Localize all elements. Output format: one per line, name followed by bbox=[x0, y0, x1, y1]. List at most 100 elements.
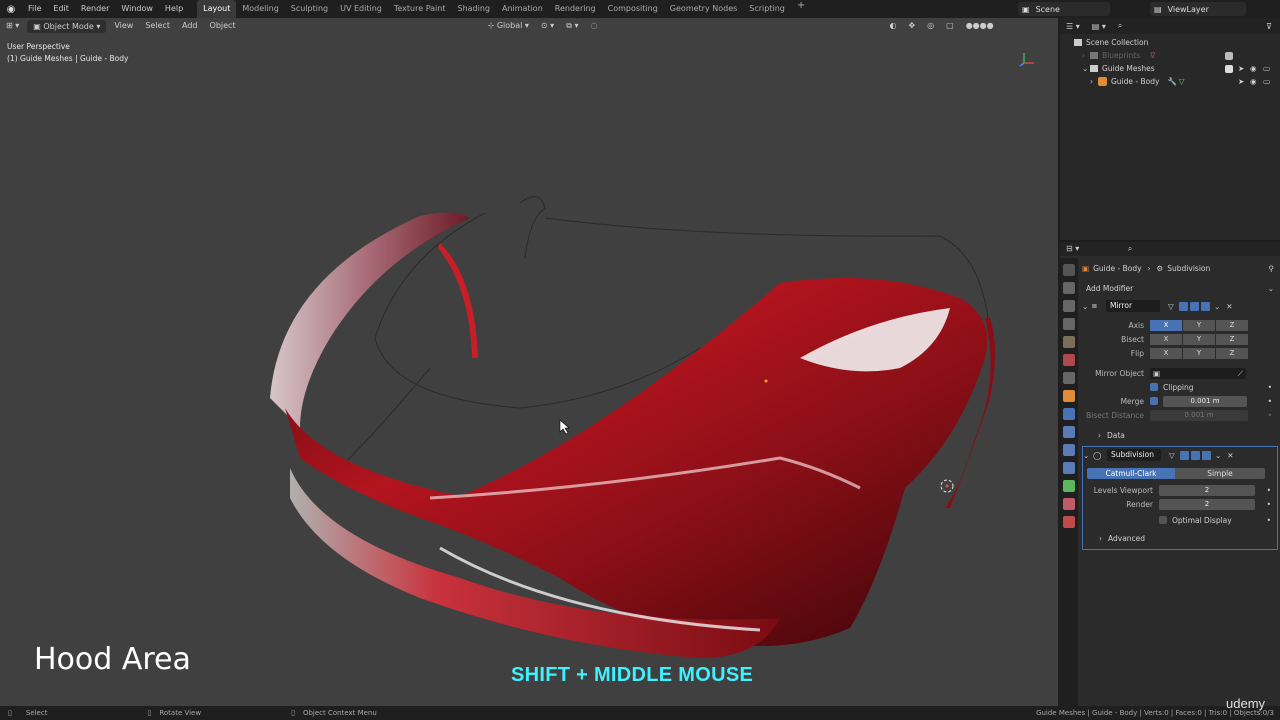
cage-icon[interactable] bbox=[1179, 301, 1188, 311]
proportional-edit-icon[interactable]: ◌ bbox=[584, 18, 603, 34]
viewport-display-icon[interactable] bbox=[1191, 450, 1200, 460]
constraints-tab-icon[interactable] bbox=[1063, 462, 1075, 474]
selectable-icon[interactable]: ➤ bbox=[1238, 64, 1244, 73]
outliner-row-guide-meshes[interactable]: ⌄ Guide Meshes ➤ ◉ ▭ bbox=[1060, 62, 1280, 75]
menu-add[interactable]: Add bbox=[176, 18, 204, 34]
bisect-z-toggle[interactable]: Z bbox=[1216, 333, 1248, 345]
collection-tab-icon[interactable] bbox=[1063, 372, 1075, 384]
material-tab-icon[interactable] bbox=[1063, 498, 1075, 510]
outliner-row-blueprints[interactable]: › Blueprints ᐁ bbox=[1060, 49, 1280, 62]
remove-modifier-icon[interactable]: ✕ bbox=[1227, 451, 1233, 460]
keyframe-dot-icon[interactable]: • bbox=[1268, 397, 1272, 406]
render-levels-field[interactable]: 2 bbox=[1159, 498, 1255, 510]
keyframe-dot-icon[interactable]: • bbox=[1268, 383, 1272, 392]
modifier-menu-icon[interactable]: ⌄ bbox=[1214, 302, 1220, 311]
tab-shading[interactable]: Shading bbox=[451, 0, 496, 18]
remove-modifier-icon[interactable]: ✕ bbox=[1226, 302, 1232, 311]
output-tab-icon[interactable] bbox=[1063, 300, 1075, 312]
3d-viewport[interactable]: ⊞ ▾ ▣ Object Mode ▾ View Select Add Obje… bbox=[0, 18, 1058, 706]
menu-window[interactable]: Window bbox=[115, 0, 159, 18]
render-tab-icon[interactable] bbox=[1063, 282, 1075, 294]
mirror-object-field[interactable]: ▣ ⟋ bbox=[1150, 367, 1246, 379]
edit-mode-icon[interactable]: ▽ bbox=[1168, 302, 1177, 311]
cage-icon[interactable] bbox=[1180, 450, 1189, 460]
pin-icon[interactable]: ⚲ bbox=[1269, 264, 1275, 273]
camera-icon[interactable]: ▭ bbox=[1263, 64, 1270, 73]
flip-z-toggle[interactable]: Z bbox=[1216, 347, 1248, 359]
tab-scripting[interactable]: Scripting bbox=[743, 0, 791, 18]
overlays-icon[interactable]: ◎ bbox=[921, 18, 940, 34]
world-tab-icon[interactable] bbox=[1063, 354, 1075, 366]
modifier-wrench-icon[interactable]: 🔧 bbox=[1167, 77, 1176, 86]
tab-compositing[interactable]: Compositing bbox=[602, 0, 664, 18]
blender-logo-icon[interactable]: ◉ bbox=[0, 0, 22, 18]
menu-file[interactable]: File bbox=[22, 0, 47, 18]
eye-icon[interactable]: ◉ bbox=[1250, 77, 1257, 86]
modifier-tab-icon[interactable] bbox=[1063, 408, 1075, 420]
subdivision-modifier-header[interactable]: ⌄ ◯ Subdivision ▽ ⌄ ✕ bbox=[1083, 447, 1277, 463]
keyframe-dot-icon[interactable]: • bbox=[1267, 486, 1271, 495]
gizmo-icon[interactable]: ✥ bbox=[902, 18, 921, 34]
bisect-y-toggle[interactable]: Y bbox=[1183, 333, 1215, 345]
snap-icon[interactable]: ⧉ ▾ bbox=[560, 18, 584, 34]
camera-icon[interactable]: ▭ bbox=[1263, 77, 1270, 86]
keyframe-dot-icon[interactable]: • bbox=[1267, 516, 1271, 525]
eyedropper-icon[interactable]: ⟋ bbox=[1238, 368, 1243, 379]
clipping-checkbox[interactable] bbox=[1150, 383, 1158, 391]
editor-type-icon[interactable]: ⊞ ▾ bbox=[0, 18, 25, 34]
render-display-icon[interactable] bbox=[1201, 301, 1210, 311]
optimal-display-checkbox[interactable] bbox=[1159, 516, 1167, 524]
menu-edit[interactable]: Edit bbox=[47, 0, 75, 18]
transform-orientation-dropdown[interactable]: ⊹ Global ▾ bbox=[482, 18, 535, 34]
outliner-row-scene-collection[interactable]: Scene Collection bbox=[1060, 36, 1280, 49]
axis-x-toggle[interactable]: X bbox=[1150, 319, 1182, 331]
data-subpanel-header[interactable]: › Data bbox=[1082, 428, 1278, 442]
object-tab-icon[interactable] bbox=[1063, 390, 1075, 402]
display-mode-icon[interactable]: ▤ ▾ bbox=[1092, 22, 1106, 31]
collapse-icon[interactable]: ⌄ bbox=[1082, 302, 1092, 311]
scene-tab-icon[interactable] bbox=[1063, 336, 1075, 348]
axis-z-toggle[interactable]: Z bbox=[1216, 319, 1248, 331]
merge-distance-field[interactable]: 0.001 m bbox=[1163, 395, 1247, 407]
search-icon[interactable]: ⌕ bbox=[1118, 21, 1122, 31]
add-workspace-icon[interactable]: + bbox=[791, 0, 811, 18]
scene-selector[interactable]: ▣ Scene bbox=[1018, 2, 1110, 16]
mirror-name-field[interactable]: Mirror bbox=[1106, 300, 1160, 312]
properties-search-icon[interactable]: ⌕ bbox=[1128, 244, 1132, 253]
viewport-display-icon[interactable] bbox=[1190, 301, 1199, 311]
keyframe-dot-icon[interactable]: • bbox=[1267, 500, 1271, 509]
outliner-editor-icon[interactable]: ☰ ▾ bbox=[1066, 22, 1080, 31]
eye-icon[interactable]: ◉ bbox=[1250, 64, 1257, 73]
selectable-icon[interactable]: ➤ bbox=[1238, 77, 1244, 86]
shading-modes-icon[interactable]: ●●●● bbox=[960, 18, 1000, 34]
expand-icon[interactable]: › bbox=[1082, 51, 1090, 60]
menu-object[interactable]: Object bbox=[204, 18, 242, 34]
expand-icon[interactable]: › bbox=[1090, 77, 1098, 86]
simple-toggle[interactable]: Simple bbox=[1175, 467, 1265, 479]
collapse-icon[interactable]: ⌄ bbox=[1083, 451, 1093, 460]
texture-tab-icon[interactable] bbox=[1063, 516, 1075, 528]
add-modifier-button[interactable]: Add Modifier ⌄ bbox=[1082, 278, 1278, 298]
view-layer-tab-icon[interactable] bbox=[1063, 318, 1075, 330]
visibility-icon[interactable]: ◐ bbox=[883, 18, 902, 34]
physics-tab-icon[interactable] bbox=[1063, 444, 1075, 456]
menu-render[interactable]: Render bbox=[75, 0, 115, 18]
menu-help[interactable]: Help bbox=[159, 0, 189, 18]
mesh-data-icon[interactable]: ▽ bbox=[1179, 77, 1185, 86]
axis-y-toggle[interactable]: Y bbox=[1183, 319, 1215, 331]
tab-sculpting[interactable]: Sculpting bbox=[285, 0, 334, 18]
particles-tab-icon[interactable] bbox=[1063, 426, 1075, 438]
object-mode-dropdown[interactable]: ▣ Object Mode ▾ bbox=[27, 19, 107, 33]
modifier-menu-icon[interactable]: ⌄ bbox=[1215, 451, 1221, 460]
levels-viewport-field[interactable]: 2 bbox=[1159, 484, 1255, 496]
mirror-modifier-header[interactable]: ⌄ ⧈ Mirror ▽ ⌄ ✕ bbox=[1082, 298, 1278, 314]
menu-view[interactable]: View bbox=[108, 18, 139, 34]
tab-rendering[interactable]: Rendering bbox=[549, 0, 602, 18]
view-layer-selector[interactable]: ▤ ViewLayer bbox=[1150, 2, 1246, 16]
collapse-icon[interactable]: ⌄ bbox=[1082, 64, 1090, 73]
filter-icon[interactable]: ⊽ bbox=[1266, 22, 1272, 31]
tab-texture-paint[interactable]: Texture Paint bbox=[388, 0, 452, 18]
tab-uv-editing[interactable]: UV Editing bbox=[334, 0, 388, 18]
render-display-icon[interactable] bbox=[1202, 450, 1211, 460]
outliner-row-guide-body[interactable]: › Guide - Body 🔧 ▽ ➤ ◉ ▭ bbox=[1060, 75, 1280, 88]
